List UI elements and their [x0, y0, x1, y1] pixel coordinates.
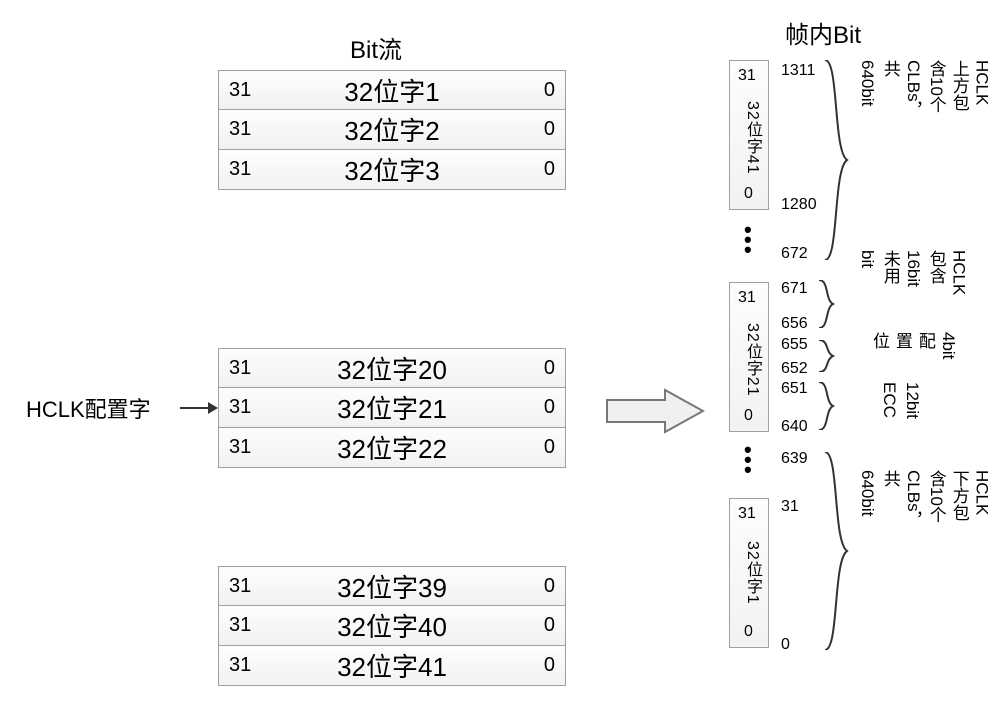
framebit-title: 帧内Bit [785, 15, 861, 50]
frame-bit-number: 1280 [781, 196, 817, 214]
word-label: 32位字2 [273, 111, 511, 148]
bitstream-table-top: 31 32位字1 0 31 32位字2 0 31 32位字3 0 [218, 70, 566, 190]
frame-bit-number: 652 [781, 360, 808, 378]
table-row: 31 32位字20 0 [218, 348, 566, 388]
bit-index-left: 31 [219, 158, 273, 181]
bit-index-left: 31 [219, 436, 273, 459]
table-row: 31 32位字39 0 [218, 566, 566, 606]
curly-brace [823, 452, 849, 655]
bit-index-left: 31 [219, 79, 273, 102]
frame-bit-number: 655 [781, 336, 808, 354]
bitstream-title: Bit流 [350, 30, 402, 65]
table-row: 31 32位字21 0 [218, 388, 566, 428]
frame-bit-number: 651 [781, 380, 808, 398]
word-label: 32位字20 [273, 350, 511, 387]
bit-index-right: 0 [511, 396, 565, 419]
bit-index-right: 0 [511, 79, 565, 102]
frame-bit-number: 0 [781, 636, 790, 654]
word-label-vertical: 32位字1 [740, 541, 764, 605]
frame-word-box-bottom: 31 32位字1 0 [729, 498, 769, 648]
bit-index: 0 [744, 623, 753, 641]
bit-index-right: 0 [511, 158, 565, 181]
bit-index-right: 0 [511, 654, 565, 677]
side-label-upper-clbs: HCLK上方包含10个CLBs，共640bit [855, 60, 993, 119]
arrow-right-large [605, 386, 705, 436]
side-label-4bit-config: 4bit配置位 [867, 332, 959, 359]
word-label: 32位字21 [273, 389, 511, 426]
frame-word-box-mid: 31 32位字21 0 [729, 282, 769, 432]
word-label: 32位字41 [273, 647, 511, 684]
frame-bit-number: 639 [781, 450, 808, 468]
table-row: 31 32位字3 0 [218, 150, 566, 190]
arrow-right-small [180, 396, 218, 420]
frame-bit-number: 672 [781, 245, 808, 263]
bit-index-right: 0 [511, 614, 565, 637]
side-label-12bit-ecc: 12bit ECC [877, 382, 923, 419]
frame-bit-number: 671 [781, 280, 808, 298]
bit-index: 0 [744, 185, 753, 203]
table-row: 31 32位字1 0 [218, 70, 566, 110]
bit-index: 31 [738, 289, 756, 307]
curly-brace [817, 382, 835, 435]
bit-index-right: 0 [511, 118, 565, 141]
bitstream-table-bottom: 31 32位字39 0 31 32位字40 0 31 32位字41 0 [218, 566, 566, 686]
bit-index-right: 0 [511, 357, 565, 380]
side-label-hclk-unused: HCLK包含16bit未用bit [855, 250, 970, 295]
vertical-ellipsis: ••• [744, 445, 752, 475]
frame-bit-number: 656 [781, 315, 808, 333]
word-label: 32位字39 [273, 568, 511, 605]
bit-index-left: 31 [219, 396, 273, 419]
side-label-lower-clbs: HCLK下方包含10个CLBs，共640bit [855, 470, 993, 529]
bit-index-right: 0 [511, 575, 565, 598]
bit-index: 0 [744, 407, 753, 425]
table-row: 31 32位字2 0 [218, 110, 566, 150]
bit-index-left: 31 [219, 357, 273, 380]
table-row: 31 32位字22 0 [218, 428, 566, 468]
curly-brace [823, 60, 849, 265]
bit-index-left: 31 [219, 575, 273, 598]
table-row: 31 32位字40 0 [218, 606, 566, 646]
vertical-ellipsis: ••• [744, 225, 752, 255]
bit-index: 31 [738, 505, 756, 523]
word-label: 32位字40 [273, 607, 511, 644]
frame-bit-number: 1311 [781, 62, 815, 80]
word-label: 32位字22 [273, 429, 511, 466]
frame-bit-number: 31 [781, 498, 799, 516]
word-label: 32位字1 [273, 72, 511, 109]
word-label-vertical: 32位字21 [740, 323, 764, 397]
curly-brace [817, 340, 835, 377]
bit-index-left: 31 [219, 654, 273, 677]
frame-bit-number: 640 [781, 418, 808, 436]
curly-brace [817, 280, 835, 333]
bit-index-left: 31 [219, 118, 273, 141]
bit-index: 31 [738, 67, 756, 85]
frame-word-box-top: 31 32位字41 0 [729, 60, 769, 210]
bit-index-left: 31 [219, 614, 273, 637]
bitstream-table-mid: 31 32位字20 0 31 32位字21 0 31 32位字22 0 [218, 348, 566, 468]
hclk-config-label: HCLK配置字 [26, 392, 151, 424]
table-row: 31 32位字41 0 [218, 646, 566, 686]
bit-index-right: 0 [511, 436, 565, 459]
word-label: 32位字3 [273, 151, 511, 188]
word-label-vertical: 32位字41 [740, 101, 764, 175]
